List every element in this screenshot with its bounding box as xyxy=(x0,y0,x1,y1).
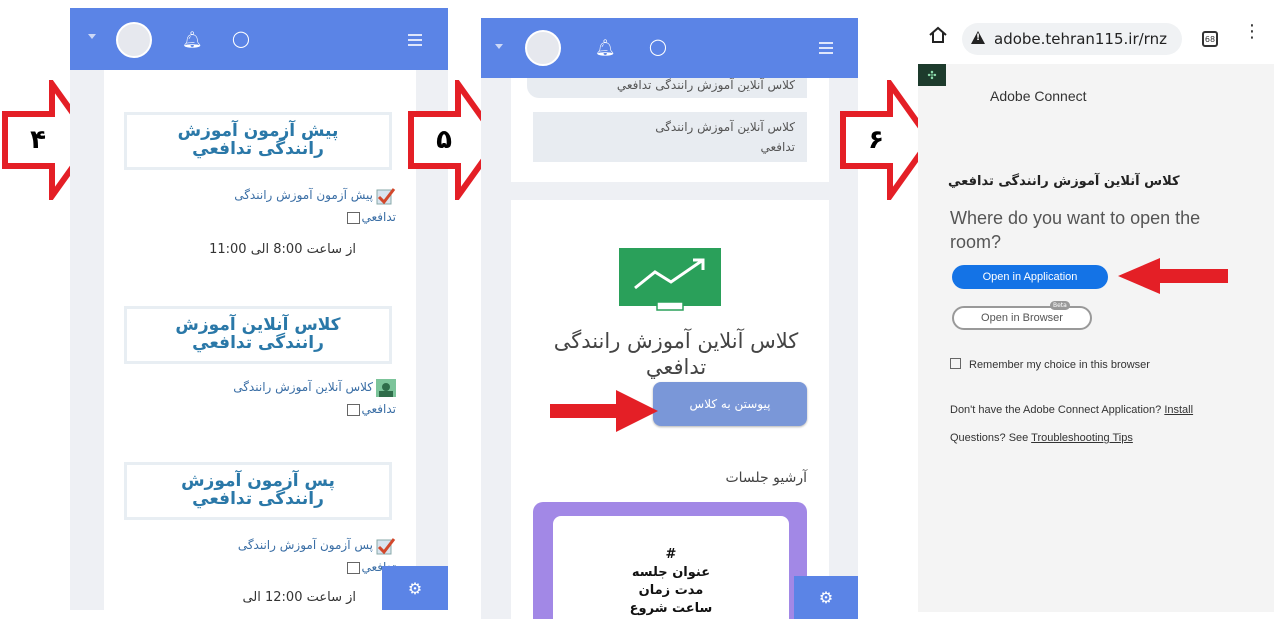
dropdown-caret-icon[interactable] xyxy=(88,34,96,39)
remember-label: Remember my choice in this browser xyxy=(969,359,1150,371)
install-line: Don't have the Adobe Connect Application… xyxy=(950,404,1193,416)
adobe-connect-logo: ✣ xyxy=(918,64,946,86)
quiz-icon xyxy=(376,187,396,205)
url-text: adobe.tehran115.ir/rnz xyxy=(994,30,1167,48)
pointer-arrow xyxy=(1116,256,1228,296)
menu-icon[interactable] xyxy=(408,34,422,49)
left-arrow-icon xyxy=(1118,258,1228,294)
class-title: کلاس آنلاین آموزش رانندگی تدافعي xyxy=(553,329,799,379)
more-options-icon[interactable]: ⋮ xyxy=(1243,23,1261,41)
troubleshooting-link[interactable]: Troubleshooting Tips xyxy=(1031,432,1133,444)
completion-checkbox[interactable] xyxy=(346,211,360,224)
gear-icon: ⚙ xyxy=(407,578,423,598)
nav-item-active[interactable]: کلاس آنلاین آموزش رانندگی تدافعي xyxy=(533,112,807,162)
section-title: پیش آزمون آموزش رانندگی تدافعي xyxy=(124,112,392,170)
activity-time: از ساعت 12:00 الی xyxy=(242,590,356,605)
right-arrow-icon xyxy=(550,390,658,432)
nav-item-text: کلاس آنلاین آموزش رانندگی تدافعي xyxy=(655,120,795,154)
table-header: مدت زمان xyxy=(638,583,704,598)
step-number: ۶ xyxy=(868,125,884,155)
remember-choice-row[interactable]: Remember my choice in this browser xyxy=(950,353,1150,372)
completion-checkbox[interactable] xyxy=(346,403,360,416)
classroom-icon xyxy=(376,378,396,397)
dropdown-caret-icon[interactable] xyxy=(495,44,503,49)
adobe-connect-page: ✣ Adobe Connect کلاس آنلاین آموزش رانندگ… xyxy=(918,64,1274,612)
bell-icon[interactable]: 🔔︎ xyxy=(595,40,615,56)
activity-link[interactable]: پیش آزمون آموزش رانندگی تدافعي xyxy=(216,184,396,228)
questions-text: Questions? See xyxy=(950,432,1029,444)
not-secure-warning-icon[interactable] xyxy=(971,31,985,44)
activity-link-text[interactable]: کلاس آنلاین آموزش رانندگی تدافعي xyxy=(233,380,396,416)
help-line: Questions? See Troubleshooting Tips xyxy=(950,432,1133,444)
quiz-icon xyxy=(376,537,396,555)
no-app-text: Don't have the Adobe Connect Application… xyxy=(950,404,1162,416)
browser-toolbar: adobe.tehran115.ir/rnz 68 ⋮ xyxy=(918,14,1274,64)
completion-checkbox[interactable] xyxy=(346,561,360,574)
panel-class-page: 🔔︎ ◯ کلاس آنلاین آموزش رانندگی تدافعي کل… xyxy=(481,18,858,619)
remember-checkbox[interactable] xyxy=(950,358,961,369)
home-icon[interactable] xyxy=(928,25,948,45)
address-bar[interactable]: adobe.tehran115.ir/rnz xyxy=(962,23,1182,55)
open-room-question: Where do you want to open the room? xyxy=(950,208,1201,252)
activity-time: از ساعت 8:00 الی 11:00 xyxy=(209,242,356,257)
activity-link-text[interactable]: پس آزمون آموزش رانندگی تدافعي xyxy=(238,538,396,574)
open-in-application-button[interactable]: Open in Application xyxy=(952,265,1108,289)
step-number: ۴ xyxy=(30,125,46,155)
chat-icon[interactable]: ◯ xyxy=(232,31,250,47)
room-name: کلاس آنلاین آموزش رانندگی تدافعي xyxy=(948,174,1180,189)
gear-icon: ⚙ xyxy=(818,588,834,607)
panel-adobe-connect: adobe.tehran115.ir/rnz 68 ⋮ ✣ Adobe Conn… xyxy=(918,14,1274,612)
section-title: کلاس آنلاین آموزش رانندگی تدافعي xyxy=(124,306,392,364)
archive-table: # عنوان جلسه مدت زمان ساعت شروع xyxy=(533,502,807,619)
panel-course-list: 🔔︎ ◯ پیش آزمون آموزش رانندگی تدافعي پیش … xyxy=(70,8,448,610)
app-name: Adobe Connect xyxy=(990,88,1087,104)
course-card: پیش آزمون آموزش رانندگی تدافعي پیش آزمون… xyxy=(104,70,416,610)
step-number: ۵ xyxy=(436,125,452,155)
archive-heading: آرشیو جلسات xyxy=(725,470,807,486)
pointer-arrow xyxy=(550,388,660,434)
join-class-button[interactable]: پیوستن به کلاس xyxy=(653,382,807,426)
bell-icon[interactable]: 🔔︎ xyxy=(182,32,202,48)
user-avatar[interactable] xyxy=(525,30,561,66)
section-title: پس آزمون آموزش رانندگی تدافعي xyxy=(124,462,392,520)
classroom-board-icon xyxy=(619,248,721,312)
table-header: عنوان جلسه xyxy=(631,565,711,580)
beta-badge: Beta xyxy=(1050,301,1070,310)
install-link[interactable]: Install xyxy=(1164,404,1193,416)
top-navbar: 🔔︎ ◯ xyxy=(481,18,858,78)
activity-link-text[interactable]: پیش آزمون آموزش رانندگی تدافعي xyxy=(234,188,396,224)
menu-icon[interactable] xyxy=(819,42,833,57)
chat-icon[interactable]: ◯ xyxy=(649,39,667,55)
open-in-browser-button[interactable]: Open in Browser xyxy=(952,306,1092,330)
activity-link[interactable]: پس آزمون آموزش رانندگی تدافعي xyxy=(216,534,396,578)
top-navbar: 🔔︎ ◯ xyxy=(70,8,448,70)
activity-link[interactable]: کلاس آنلاین آموزش رانندگی تدافعي xyxy=(216,376,396,420)
archive-table-inner: # عنوان جلسه مدت زمان ساعت شروع xyxy=(553,516,789,619)
settings-gear-button[interactable]: ⚙ xyxy=(794,576,858,619)
settings-gear-button[interactable]: ⚙ xyxy=(382,566,448,610)
table-header: # xyxy=(665,547,677,562)
user-avatar[interactable] xyxy=(116,22,152,58)
tab-switcher-button[interactable]: 68 xyxy=(1202,31,1218,47)
open-in-browser-label: Open in Browser xyxy=(981,312,1063,324)
table-header: ساعت شروع xyxy=(629,601,713,616)
